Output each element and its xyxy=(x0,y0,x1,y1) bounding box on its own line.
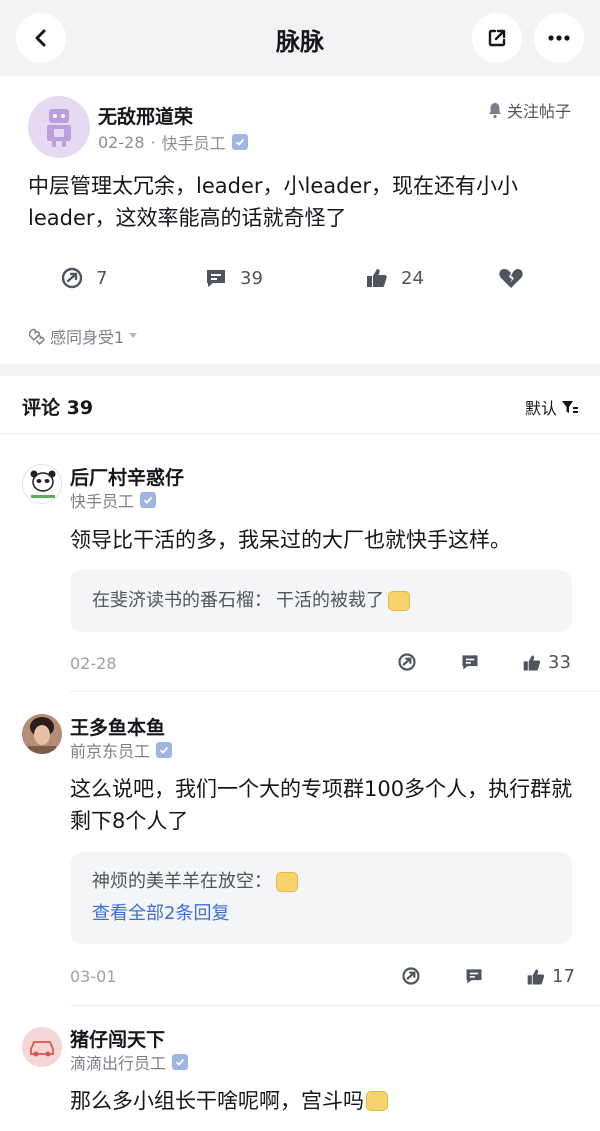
sort-filter-icon xyxy=(562,401,579,413)
commenter-name[interactable]: 后厂村辛惑仔 xyxy=(70,463,184,490)
forward-count: 7 xyxy=(96,267,108,289)
post-card: 无敌邢道荣 02-28 · 快手员工 关注帖子 中层管理太冗余，leader，小… xyxy=(0,76,600,364)
comment-forward-button[interactable] xyxy=(401,966,421,986)
post-author-avatar[interactable] xyxy=(28,96,90,158)
verified-badge-icon xyxy=(231,134,248,150)
bell-icon xyxy=(489,103,501,119)
section-divider xyxy=(0,364,600,376)
grin-emoji-icon xyxy=(388,591,410,611)
comment-text: 领导比干活的多，我呆过的大厂也就快手这样。 xyxy=(70,528,511,552)
thumbs-up-icon xyxy=(367,269,387,287)
post-author-name[interactable]: 无敌邢道荣 xyxy=(98,102,193,129)
comment-item: 后厂村辛惑仔 快手员工 领导比干活的多，我呆过的大厂也就快手这样。 在斐济读书的… xyxy=(0,434,600,692)
comment-button[interactable]: 39 xyxy=(204,266,263,290)
post-author-role: 快手员工 xyxy=(161,134,226,153)
view-all-replies-link[interactable]: 查看全部2条回复 xyxy=(92,898,550,930)
forward-icon xyxy=(402,967,420,985)
share-external-icon xyxy=(488,29,506,47)
forward-icon xyxy=(61,267,83,289)
sort-button[interactable]: 默认 xyxy=(525,395,579,419)
comment-icon xyxy=(207,270,225,287)
verified-badge-icon xyxy=(172,1054,189,1070)
broken-heart-icon xyxy=(499,269,523,288)
reply-author: 在斐济读书的番石榴： xyxy=(92,590,272,611)
comments-header: 评论 39 默认 xyxy=(0,376,600,434)
grin-emoji-icon xyxy=(366,1091,388,1111)
comment-date: 03-01 xyxy=(70,967,117,986)
comment-reply-button[interactable] xyxy=(460,652,480,672)
reply-line: 神烦的美羊羊在放空： xyxy=(92,866,550,898)
verified-badge-icon xyxy=(140,492,157,508)
share-button[interactable] xyxy=(472,13,522,63)
reply-text: 干活的被裁了 xyxy=(276,590,384,611)
commenter-role: 滴滴出行员工 xyxy=(70,1050,189,1074)
car-avatar-icon xyxy=(22,1027,62,1067)
forward-icon xyxy=(398,653,416,671)
verified-badge-icon xyxy=(156,742,173,758)
comment-item: 猪仔闯天下 滴滴出行员工 那么多小组长干啥呢啊，宫斗吗 xyxy=(0,1006,600,1131)
commenter-company: 前京东员工 xyxy=(70,742,151,761)
commenter-role: 快手员工 xyxy=(70,488,157,512)
commenter-name[interactable]: 猪仔闯天下 xyxy=(70,1025,165,1052)
comment-item: 王多鱼本鱼 前京东员工 这么说吧，我们一个大的专项群100多个人，执行群就剩下8… xyxy=(0,692,600,1006)
comments-title: 评论 39 xyxy=(22,397,94,419)
commenter-role: 前京东员工 xyxy=(70,738,173,762)
comment-reply-button[interactable] xyxy=(464,966,484,986)
more-dots-icon xyxy=(548,35,570,41)
thumbs-up-icon xyxy=(523,655,541,670)
meta-separator: · xyxy=(150,132,156,152)
top-nav-bar: 脉脉 xyxy=(0,0,600,76)
commenter-company: 滴滴出行员工 xyxy=(70,1054,167,1073)
grin-emoji-icon xyxy=(276,872,298,892)
comment-count: 39 xyxy=(240,267,263,289)
comment-icon xyxy=(466,969,482,984)
comment-like-button[interactable]: 17 xyxy=(526,966,575,987)
post-date: 02-28 xyxy=(98,132,145,152)
like-button[interactable]: 24 xyxy=(365,266,424,290)
like-count: 24 xyxy=(401,267,424,289)
comment-text-row: 那么多小组长干啥呢啊，宫斗吗 xyxy=(70,1085,578,1117)
follow-post-label: 关注帖子 xyxy=(507,102,572,121)
thumbs-up-icon xyxy=(527,969,545,984)
reply-preview[interactable]: 神烦的美羊羊在放空： 查看全部2条回复 xyxy=(70,852,572,944)
reply-author: 神烦的美羊羊在放空： xyxy=(92,871,272,892)
robot-avatar-icon xyxy=(47,109,71,147)
more-button[interactable] xyxy=(534,13,584,63)
comment-icon xyxy=(462,655,478,670)
reply-preview[interactable]: 在斐济读书的番石榴： 干活的被裁了 xyxy=(70,570,572,632)
reaction-summary[interactable]: 感同身受1 xyxy=(28,324,138,348)
commenter-avatar[interactable] xyxy=(22,464,62,504)
comment-text: 那么多小组长干啥呢啊，宫斗吗 xyxy=(70,1089,364,1113)
comment-like-count: 17 xyxy=(552,966,575,987)
panda-meme-avatar-icon xyxy=(30,470,56,498)
post-meta: 02-28 · 快手员工 xyxy=(98,130,248,154)
comment-like-button[interactable]: 33 xyxy=(522,652,571,673)
caret-down-icon xyxy=(129,333,138,338)
forward-button[interactable]: 7 xyxy=(60,266,107,290)
commenter-avatar[interactable] xyxy=(22,714,62,754)
commenter-name[interactable]: 王多鱼本鱼 xyxy=(70,713,165,740)
reaction-label: 感同身受1 xyxy=(50,328,125,347)
empathy-icon xyxy=(28,328,45,345)
commenter-company: 快手员工 xyxy=(70,492,135,511)
comment-like-count: 33 xyxy=(548,652,571,673)
comment-date: 02-28 xyxy=(70,654,117,673)
follow-post-button[interactable]: 关注帖子 xyxy=(486,98,571,122)
person-photo-avatar-icon xyxy=(22,714,62,754)
comment-text: 这么说吧，我们一个大的专项群100多个人，执行群就剩下8个人了 xyxy=(70,777,573,833)
reply-line: 在斐济读书的番石榴： 干活的被裁了 xyxy=(92,585,550,617)
commenter-avatar[interactable] xyxy=(22,1027,62,1067)
dislike-button[interactable] xyxy=(498,266,524,290)
comment-forward-button[interactable] xyxy=(397,652,417,672)
sort-label: 默认 xyxy=(525,399,558,418)
post-content: 中层管理太冗余，leader，小leader，现在还有小小leader，这效率能… xyxy=(28,174,519,230)
